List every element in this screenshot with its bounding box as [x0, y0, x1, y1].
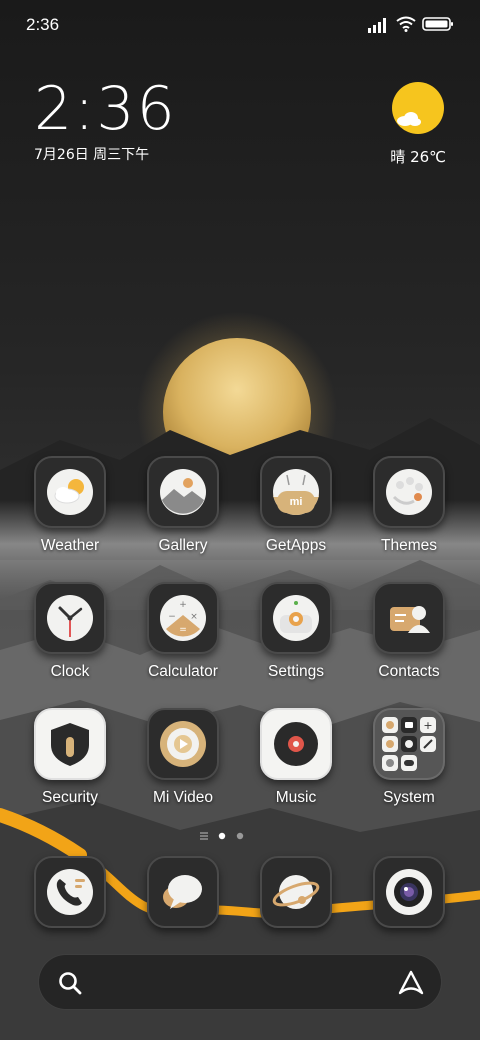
- app-themes[interactable]: Themes: [354, 456, 464, 555]
- battery-icon: [422, 17, 453, 31]
- app-contacts[interactable]: Contacts: [354, 582, 464, 681]
- messages-icon: [147, 856, 219, 928]
- app-weather[interactable]: Weather: [15, 456, 125, 555]
- themes-icon: [373, 456, 445, 528]
- svg-text:mi: mi: [290, 496, 303, 508]
- calculator-icon: + − × =: [147, 582, 219, 654]
- search-bar[interactable]: [38, 954, 442, 1010]
- app-music[interactable]: Music: [241, 708, 351, 807]
- weather-text: 晴 26℃: [390, 148, 446, 166]
- app-label: Calculator: [148, 663, 218, 680]
- contacts-icon: [373, 582, 445, 654]
- app-label: Contacts: [378, 663, 440, 680]
- page-indicator[interactable]: [200, 830, 260, 842]
- sun-cloud-icon: [392, 82, 444, 134]
- app-mi-video[interactable]: Mi Video: [128, 708, 238, 807]
- svg-text:=: =: [179, 625, 187, 635]
- getapps-icon: mi: [260, 456, 332, 528]
- page-dot-active[interactable]: [218, 832, 226, 840]
- app-label: Themes: [381, 537, 437, 554]
- app-security[interactable]: Security: [15, 708, 125, 807]
- app-clock[interactable]: Clock: [15, 582, 125, 681]
- app-label: GetApps: [265, 537, 327, 554]
- list-icon: [200, 832, 208, 840]
- dock-messages[interactable]: [128, 856, 238, 928]
- camera-icon: [373, 856, 445, 928]
- wifi-icon: [396, 16, 416, 32]
- app-label: Gallery: [158, 537, 208, 554]
- dock: [0, 856, 480, 932]
- app-label: Music: [275, 789, 317, 806]
- app-label: Weather: [40, 537, 100, 554]
- settings-icon: [260, 582, 332, 654]
- music-icon: [260, 708, 332, 780]
- cloud-icon: [397, 112, 421, 126]
- status-bar: 2:36: [0, 0, 480, 50]
- dock-browser[interactable]: [241, 856, 351, 928]
- weather-widget[interactable]: 晴 26℃: [356, 82, 446, 172]
- weather-icon: [34, 456, 106, 528]
- browser-icon: [260, 856, 332, 928]
- svg-text:×: ×: [190, 612, 198, 622]
- clock-icon: [34, 582, 106, 654]
- status-time: 2:36: [26, 15, 60, 34]
- phone-icon: [34, 856, 106, 928]
- app-gallery[interactable]: Gallery: [128, 456, 238, 555]
- app-settings[interactable]: Settings: [241, 582, 351, 681]
- signal-icon: [368, 18, 386, 33]
- app-label: Settings: [267, 663, 324, 680]
- gallery-icon: [147, 456, 219, 528]
- status-icons: [368, 14, 454, 36]
- app-system-folder[interactable]: + System: [354, 708, 464, 807]
- svg-text:+: +: [179, 600, 187, 610]
- dock-camera[interactable]: [354, 856, 464, 928]
- security-icon: [34, 708, 106, 780]
- app-label: Mi Video: [152, 789, 214, 806]
- app-getapps[interactable]: mi GetApps: [241, 456, 351, 555]
- svg-text:−: −: [168, 612, 176, 622]
- app-label: System: [383, 789, 435, 806]
- app-label: Clock: [50, 663, 90, 680]
- search-icon[interactable]: [57, 970, 83, 996]
- dock-phone[interactable]: [15, 856, 125, 928]
- page-dot[interactable]: [236, 832, 244, 840]
- assistant-icon[interactable]: [397, 969, 425, 997]
- app-calculator[interactable]: + − × = Calculator: [128, 582, 238, 681]
- mi-video-icon: [147, 708, 219, 780]
- clock-widget[interactable]: 2:36 7月26日 周三下午: [34, 76, 177, 164]
- app-label: Security: [42, 789, 98, 806]
- svg-text:+: +: [423, 719, 432, 732]
- system-folder-icon: +: [373, 708, 445, 780]
- widget-date: 7月26日 周三下午: [34, 147, 150, 163]
- widget-time: 2:36: [34, 74, 177, 144]
